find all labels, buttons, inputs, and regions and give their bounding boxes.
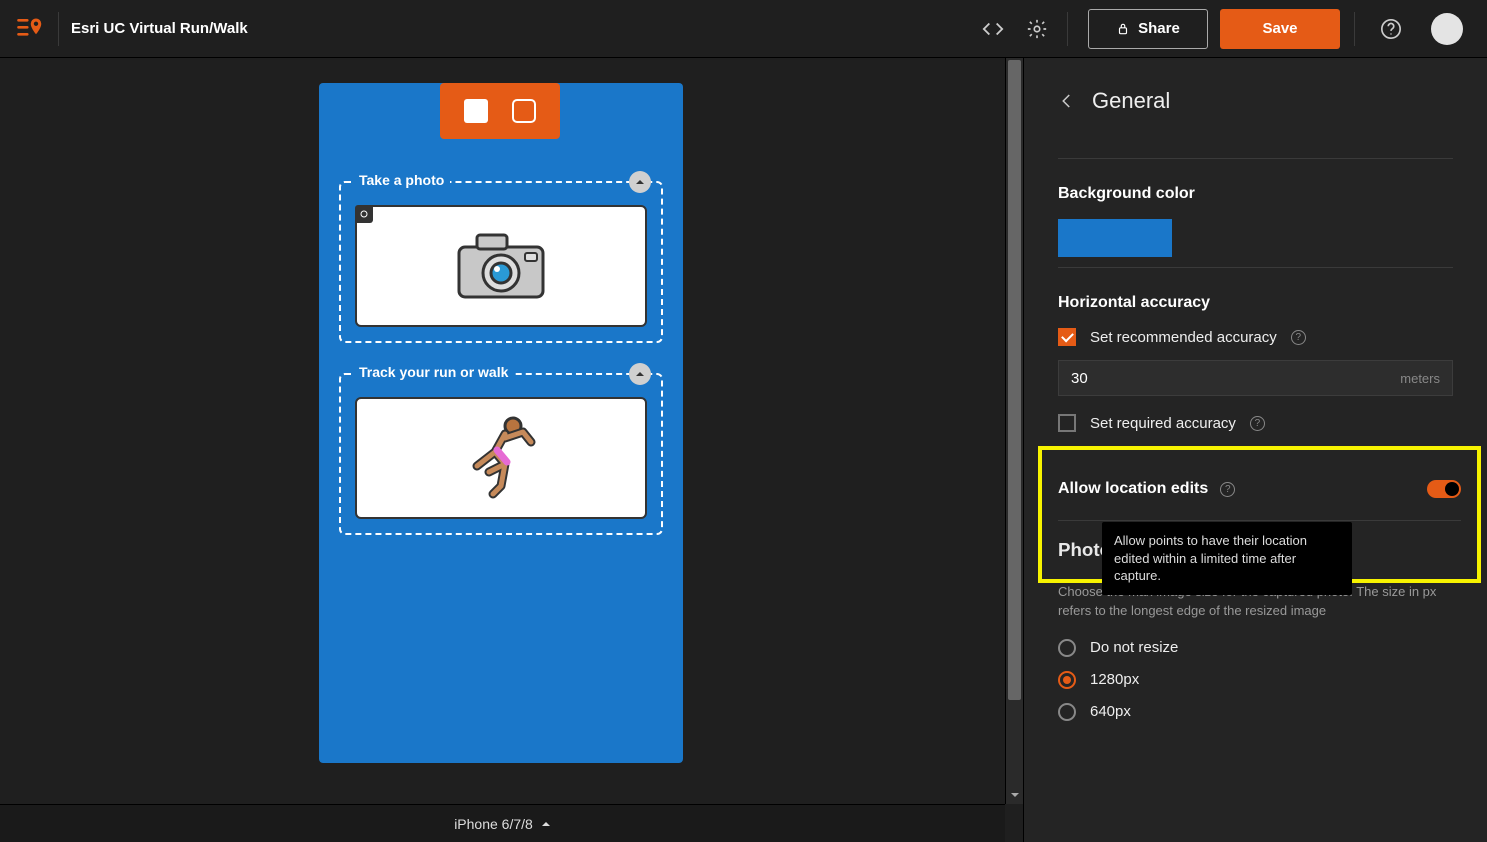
embed-icon[interactable] — [971, 7, 1015, 51]
avatar[interactable] — [1431, 13, 1463, 45]
section-label: Horizontal accuracy — [1058, 294, 1453, 312]
highlight-allow-location-edits: Allow location edits ? Photo size Allow … — [1038, 446, 1481, 583]
card-view-icon[interactable] — [512, 99, 536, 123]
checkbox-recommended-accuracy[interactable] — [1058, 328, 1076, 346]
card-take-photo[interactable] — [355, 205, 647, 327]
group-take-photo[interactable]: Take a photo — [339, 181, 663, 343]
canvas-area: Take a photo — [0, 58, 1023, 842]
toggle-allow-location-edits[interactable] — [1427, 480, 1461, 498]
bottom-bar: iPhone 6/7/8 — [0, 804, 1005, 842]
camera-badge-icon — [355, 205, 373, 223]
app-logo[interactable] — [0, 0, 58, 58]
tooltip: Allow points to have their location edit… — [1102, 522, 1352, 595]
save-label: Save — [1262, 20, 1297, 37]
side-panel: General Background color Horizontal accu… — [1023, 58, 1487, 842]
info-icon[interactable]: ? — [1291, 330, 1306, 345]
top-bar: Esri UC Virtual Run/Walk Share Save — [0, 0, 1487, 58]
back-icon[interactable] — [1058, 92, 1076, 110]
scrollbar-thumb[interactable] — [1008, 60, 1021, 700]
group-label: Track your run or walk — [353, 364, 514, 380]
input-value: 30 — [1071, 370, 1400, 387]
checkbox-required-accuracy[interactable] — [1058, 414, 1076, 432]
radio-photo-size-2[interactable] — [1058, 703, 1076, 721]
collapse-button[interactable] — [629, 363, 651, 385]
help-icon[interactable] — [1369, 7, 1413, 51]
panel-title: General — [1092, 88, 1170, 114]
info-icon[interactable]: ? — [1220, 482, 1235, 497]
view-mode-tabs[interactable] — [440, 83, 560, 139]
divider — [58, 12, 59, 46]
share-label: Share — [1138, 20, 1180, 37]
device-name: iPhone 6/7/8 — [454, 816, 533, 832]
divider — [1067, 12, 1068, 46]
grid-view-icon[interactable] — [464, 99, 488, 123]
device-picker[interactable]: iPhone 6/7/8 — [454, 816, 551, 832]
section-background: Background color — [1058, 158, 1453, 257]
save-button[interactable]: Save — [1220, 9, 1340, 49]
radio-label: 1280px — [1090, 671, 1139, 688]
checkbox-label: Set recommended accuracy — [1090, 329, 1277, 346]
checkbox-label: Set required accuracy — [1090, 415, 1236, 432]
radio-photo-size-0[interactable] — [1058, 639, 1076, 657]
info-icon[interactable]: ? — [1250, 416, 1265, 431]
gear-icon[interactable] — [1015, 7, 1059, 51]
color-swatch[interactable] — [1058, 219, 1172, 257]
phone-preview: Take a photo — [319, 83, 683, 763]
camera-icon — [455, 231, 547, 301]
toggle-label: Allow location edits — [1058, 480, 1208, 498]
runner-icon — [451, 408, 551, 508]
group-track-run[interactable]: Track your run or walk — [339, 373, 663, 535]
input-recommended-accuracy[interactable]: 30 meters — [1058, 360, 1453, 396]
input-unit: meters — [1400, 371, 1440, 386]
project-title: Esri UC Virtual Run/Walk — [71, 20, 248, 37]
panel-header: General — [1058, 58, 1453, 148]
group-label: Take a photo — [353, 172, 450, 188]
section-label: Background color — [1058, 185, 1453, 203]
scroll-down-button[interactable] — [1006, 786, 1023, 804]
section-horizontal-accuracy: Horizontal accuracy Set recommended accu… — [1058, 267, 1453, 432]
collapse-button[interactable] — [629, 171, 651, 193]
radio-label: Do not resize — [1090, 639, 1178, 656]
radio-label: 640px — [1090, 703, 1131, 720]
divider — [1354, 12, 1355, 46]
scrollbar[interactable] — [1005, 58, 1023, 804]
share-button[interactable]: Share — [1088, 9, 1208, 49]
card-track-run[interactable] — [355, 397, 647, 519]
radio-photo-size-1[interactable] — [1058, 671, 1076, 689]
